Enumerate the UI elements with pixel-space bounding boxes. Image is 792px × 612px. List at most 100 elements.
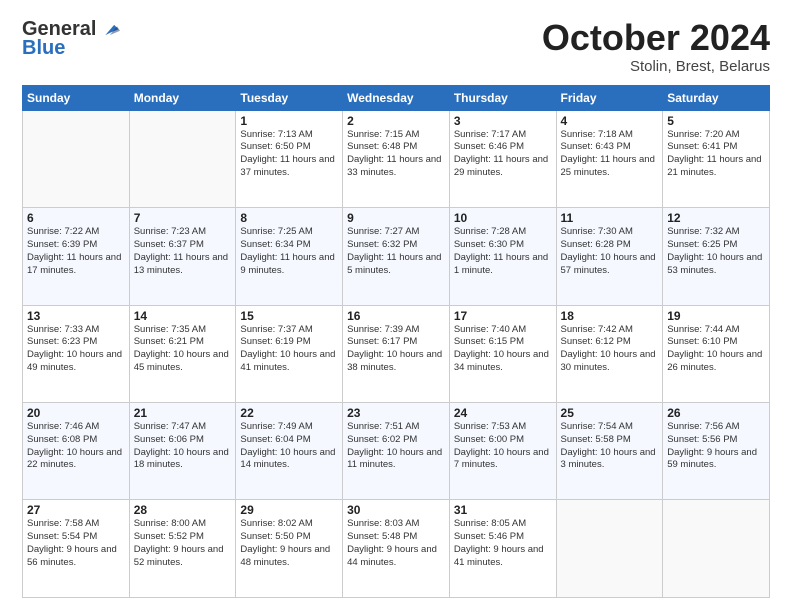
calendar-cell: 12Sunrise: 7:32 AMSunset: 6:25 PMDayligh… (663, 208, 770, 305)
calendar-cell: 19Sunrise: 7:44 AMSunset: 6:10 PMDayligh… (663, 305, 770, 402)
calendar-week-row: 1Sunrise: 7:13 AMSunset: 6:50 PMDaylight… (23, 110, 770, 207)
day-info: Sunrise: 7:47 AMSunset: 6:06 PMDaylight:… (134, 421, 232, 472)
day-number: 2 (347, 114, 445, 128)
day-number: 21 (134, 406, 232, 420)
calendar-cell: 16Sunrise: 7:39 AMSunset: 6:17 PMDayligh… (343, 305, 450, 402)
logo: General Blue (22, 18, 120, 60)
day-number: 25 (561, 406, 659, 420)
calendar-week-row: 27Sunrise: 7:58 AMSunset: 5:54 PMDayligh… (23, 500, 770, 598)
day-info: Sunrise: 8:05 AMSunset: 5:46 PMDaylight:… (454, 518, 552, 569)
calendar-cell (129, 110, 236, 207)
calendar-cell: 25Sunrise: 7:54 AMSunset: 5:58 PMDayligh… (556, 403, 663, 500)
col-sunday: Sunday (23, 85, 130, 110)
day-number: 10 (454, 211, 552, 225)
day-number: 6 (27, 211, 125, 225)
calendar-cell: 23Sunrise: 7:51 AMSunset: 6:02 PMDayligh… (343, 403, 450, 500)
calendar-cell: 26Sunrise: 7:56 AMSunset: 5:56 PMDayligh… (663, 403, 770, 500)
day-info: Sunrise: 7:40 AMSunset: 6:15 PMDaylight:… (454, 324, 552, 375)
day-info: Sunrise: 7:37 AMSunset: 6:19 PMDaylight:… (240, 324, 338, 375)
day-number: 26 (667, 406, 765, 420)
col-monday: Monday (129, 85, 236, 110)
calendar-cell: 2Sunrise: 7:15 AMSunset: 6:48 PMDaylight… (343, 110, 450, 207)
calendar-header-row: Sunday Monday Tuesday Wednesday Thursday… (23, 85, 770, 110)
page: General Blue October 2024 Stolin, Brest,… (0, 0, 792, 612)
calendar-cell: 3Sunrise: 7:17 AMSunset: 6:46 PMDaylight… (449, 110, 556, 207)
day-info: Sunrise: 7:54 AMSunset: 5:58 PMDaylight:… (561, 421, 659, 472)
calendar-cell: 4Sunrise: 7:18 AMSunset: 6:43 PMDaylight… (556, 110, 663, 207)
calendar-week-row: 6Sunrise: 7:22 AMSunset: 6:39 PMDaylight… (23, 208, 770, 305)
day-info: Sunrise: 7:17 AMSunset: 6:46 PMDaylight:… (454, 129, 552, 180)
day-number: 31 (454, 503, 552, 517)
day-info: Sunrise: 7:46 AMSunset: 6:08 PMDaylight:… (27, 421, 125, 472)
day-info: Sunrise: 7:28 AMSunset: 6:30 PMDaylight:… (454, 226, 552, 277)
day-info: Sunrise: 7:23 AMSunset: 6:37 PMDaylight:… (134, 226, 232, 277)
day-number: 13 (27, 309, 125, 323)
day-number: 28 (134, 503, 232, 517)
calendar-cell: 9Sunrise: 7:27 AMSunset: 6:32 PMDaylight… (343, 208, 450, 305)
day-number: 20 (27, 406, 125, 420)
col-wednesday: Wednesday (343, 85, 450, 110)
header: General Blue October 2024 Stolin, Brest,… (22, 18, 770, 75)
day-info: Sunrise: 8:03 AMSunset: 5:48 PMDaylight:… (347, 518, 445, 569)
day-info: Sunrise: 7:33 AMSunset: 6:23 PMDaylight:… (27, 324, 125, 375)
day-number: 4 (561, 114, 659, 128)
day-number: 3 (454, 114, 552, 128)
day-info: Sunrise: 7:13 AMSunset: 6:50 PMDaylight:… (240, 129, 338, 180)
location-subtitle: Stolin, Brest, Belarus (542, 58, 770, 75)
calendar-week-row: 20Sunrise: 7:46 AMSunset: 6:08 PMDayligh… (23, 403, 770, 500)
day-info: Sunrise: 7:32 AMSunset: 6:25 PMDaylight:… (667, 226, 765, 277)
day-info: Sunrise: 7:39 AMSunset: 6:17 PMDaylight:… (347, 324, 445, 375)
calendar-cell: 24Sunrise: 7:53 AMSunset: 6:00 PMDayligh… (449, 403, 556, 500)
col-thursday: Thursday (449, 85, 556, 110)
calendar-cell: 22Sunrise: 7:49 AMSunset: 6:04 PMDayligh… (236, 403, 343, 500)
day-number: 16 (347, 309, 445, 323)
calendar-cell: 6Sunrise: 7:22 AMSunset: 6:39 PMDaylight… (23, 208, 130, 305)
day-info: Sunrise: 8:00 AMSunset: 5:52 PMDaylight:… (134, 518, 232, 569)
calendar-cell: 30Sunrise: 8:03 AMSunset: 5:48 PMDayligh… (343, 500, 450, 598)
day-info: Sunrise: 7:49 AMSunset: 6:04 PMDaylight:… (240, 421, 338, 472)
day-info: Sunrise: 7:53 AMSunset: 6:00 PMDaylight:… (454, 421, 552, 472)
calendar-cell (23, 110, 130, 207)
calendar-cell: 31Sunrise: 8:05 AMSunset: 5:46 PMDayligh… (449, 500, 556, 598)
day-info: Sunrise: 7:44 AMSunset: 6:10 PMDaylight:… (667, 324, 765, 375)
day-number: 23 (347, 406, 445, 420)
day-number: 7 (134, 211, 232, 225)
calendar-cell: 11Sunrise: 7:30 AMSunset: 6:28 PMDayligh… (556, 208, 663, 305)
day-number: 17 (454, 309, 552, 323)
calendar-cell (663, 500, 770, 598)
day-info: Sunrise: 7:30 AMSunset: 6:28 PMDaylight:… (561, 226, 659, 277)
calendar-cell: 14Sunrise: 7:35 AMSunset: 6:21 PMDayligh… (129, 305, 236, 402)
day-number: 8 (240, 211, 338, 225)
day-number: 11 (561, 211, 659, 225)
calendar-cell: 8Sunrise: 7:25 AMSunset: 6:34 PMDaylight… (236, 208, 343, 305)
day-info: Sunrise: 7:51 AMSunset: 6:02 PMDaylight:… (347, 421, 445, 472)
day-info: Sunrise: 7:22 AMSunset: 6:39 PMDaylight:… (27, 226, 125, 277)
day-info: Sunrise: 7:27 AMSunset: 6:32 PMDaylight:… (347, 226, 445, 277)
day-info: Sunrise: 7:20 AMSunset: 6:41 PMDaylight:… (667, 129, 765, 180)
col-friday: Friday (556, 85, 663, 110)
day-info: Sunrise: 7:42 AMSunset: 6:12 PMDaylight:… (561, 324, 659, 375)
day-info: Sunrise: 7:35 AMSunset: 6:21 PMDaylight:… (134, 324, 232, 375)
day-number: 1 (240, 114, 338, 128)
day-number: 19 (667, 309, 765, 323)
day-number: 30 (347, 503, 445, 517)
calendar-cell (556, 500, 663, 598)
day-number: 27 (27, 503, 125, 517)
calendar-week-row: 13Sunrise: 7:33 AMSunset: 6:23 PMDayligh… (23, 305, 770, 402)
month-title: October 2024 (542, 18, 770, 58)
day-info: Sunrise: 8:02 AMSunset: 5:50 PMDaylight:… (240, 518, 338, 569)
day-info: Sunrise: 7:18 AMSunset: 6:43 PMDaylight:… (561, 129, 659, 180)
calendar-cell: 10Sunrise: 7:28 AMSunset: 6:30 PMDayligh… (449, 208, 556, 305)
calendar-cell: 5Sunrise: 7:20 AMSunset: 6:41 PMDaylight… (663, 110, 770, 207)
calendar-cell: 1Sunrise: 7:13 AMSunset: 6:50 PMDaylight… (236, 110, 343, 207)
col-saturday: Saturday (663, 85, 770, 110)
day-number: 9 (347, 211, 445, 225)
day-number: 22 (240, 406, 338, 420)
day-number: 24 (454, 406, 552, 420)
day-number: 14 (134, 309, 232, 323)
day-info: Sunrise: 7:15 AMSunset: 6:48 PMDaylight:… (347, 129, 445, 180)
day-number: 15 (240, 309, 338, 323)
calendar-cell: 15Sunrise: 7:37 AMSunset: 6:19 PMDayligh… (236, 305, 343, 402)
day-number: 18 (561, 309, 659, 323)
day-number: 5 (667, 114, 765, 128)
